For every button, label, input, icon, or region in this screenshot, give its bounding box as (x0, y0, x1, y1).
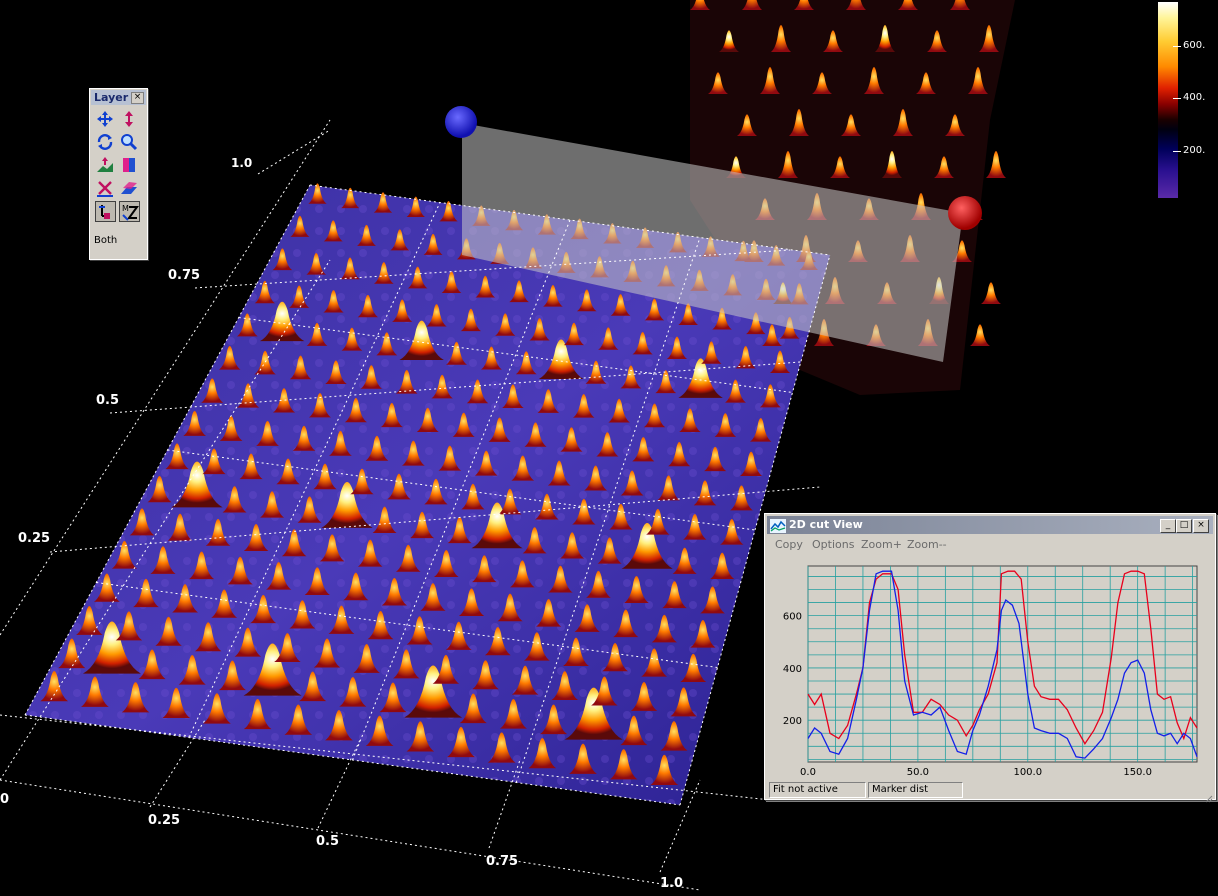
close-button[interactable]: × (1193, 519, 1209, 533)
y-tick-label: 200 (783, 716, 802, 727)
cut-view-title: 2D cut View (789, 518, 863, 531)
axis-left-tick-05: 0.5 (96, 393, 120, 408)
axis-bottom-tick-0: 0 (0, 792, 10, 807)
axis-left-tick-1: 1.0 (231, 156, 253, 170)
status-fit: Fit not active (769, 782, 866, 798)
zoom-icon[interactable] (119, 132, 139, 152)
menu-options[interactable]: Options (812, 538, 854, 551)
menu-zoom-out[interactable]: Zoom-- (907, 538, 947, 551)
far-peak (986, 151, 1006, 178)
cut-view-window[interactable]: 2D cut View _ □ × Copy Options Zoom+ Zoo… (764, 513, 1216, 803)
y-tick-label: 600 (783, 612, 802, 623)
move-icon[interactable] (95, 109, 115, 129)
menu-copy[interactable]: Copy (775, 538, 803, 551)
legend-label-400: 400. (1183, 92, 1206, 103)
cut-profile-chart[interactable]: 0.0 50.0 100.0 150.0 200 400 600 (769, 556, 1211, 780)
resize-grip-icon[interactable] (1203, 788, 1213, 803)
close-icon[interactable]: × (131, 92, 144, 104)
layer-palette-titlebar[interactable]: Layer × (91, 90, 146, 105)
maximize-button[interactable]: □ (1176, 519, 1192, 533)
cut-view-menubar: Copy Options Zoom+ Zoom-- (767, 535, 1213, 553)
axis-left-tick-025: 0.25 (18, 531, 51, 546)
color-legend: 600. 400. 200. (1157, 2, 1218, 200)
cut-profile-panel[interactable]: 0.0 50.0 100.0 150.0 200 400 600 (769, 556, 1211, 780)
cut-end-marker[interactable] (948, 196, 982, 230)
x-tick-label: 100.0 (1013, 767, 1042, 778)
legend-label-200: 200. (1183, 145, 1206, 156)
x-tick-label: 150.0 (1123, 767, 1152, 778)
pan-vertical-icon[interactable] (119, 109, 139, 129)
axis-bottom-tick-05: 0.5 (316, 834, 340, 849)
layer-color-icon[interactable] (119, 155, 139, 175)
x-tick-label: 50.0 (907, 767, 929, 778)
color-gradient (1158, 2, 1178, 198)
axis-bottom-tick-1: 1.0 (660, 876, 684, 891)
cross-icon[interactable] (95, 178, 115, 198)
rotate-icon[interactable] (95, 132, 115, 152)
scale-z-icon[interactable]: M (119, 201, 140, 222)
cut-icon[interactable] (95, 201, 116, 222)
svg-text:M: M (122, 204, 129, 213)
surface-icon[interactable] (119, 178, 139, 198)
legend-label-600: 600. (1183, 40, 1206, 51)
layer-mode-label: Both (94, 235, 118, 246)
layer-palette[interactable]: Layer × M Both (89, 88, 148, 260)
cut-view-titlebar[interactable]: 2D cut View _ □ × (767, 516, 1213, 534)
minimize-button[interactable]: _ (1160, 519, 1176, 533)
x-tick-label: 0.0 (800, 767, 816, 778)
axis-left-tick-075: 0.75 (168, 268, 201, 283)
axis-bottom-tick-025: 0.25 (148, 813, 181, 828)
far-peak (970, 324, 990, 346)
y-tick-label: 400 (783, 664, 802, 675)
layer-palette-title: Layer (94, 91, 129, 104)
plot-area (807, 565, 1198, 763)
light-icon[interactable] (95, 155, 115, 175)
menu-zoom-in[interactable]: Zoom+ (861, 538, 902, 551)
axis-bottom-tick-075: 0.75 (486, 854, 519, 869)
status-marker-dist: Marker dist (868, 782, 963, 798)
chart-window-icon (770, 518, 786, 533)
cut-start-marker[interactable] (445, 106, 477, 138)
far-peak (981, 282, 1001, 304)
